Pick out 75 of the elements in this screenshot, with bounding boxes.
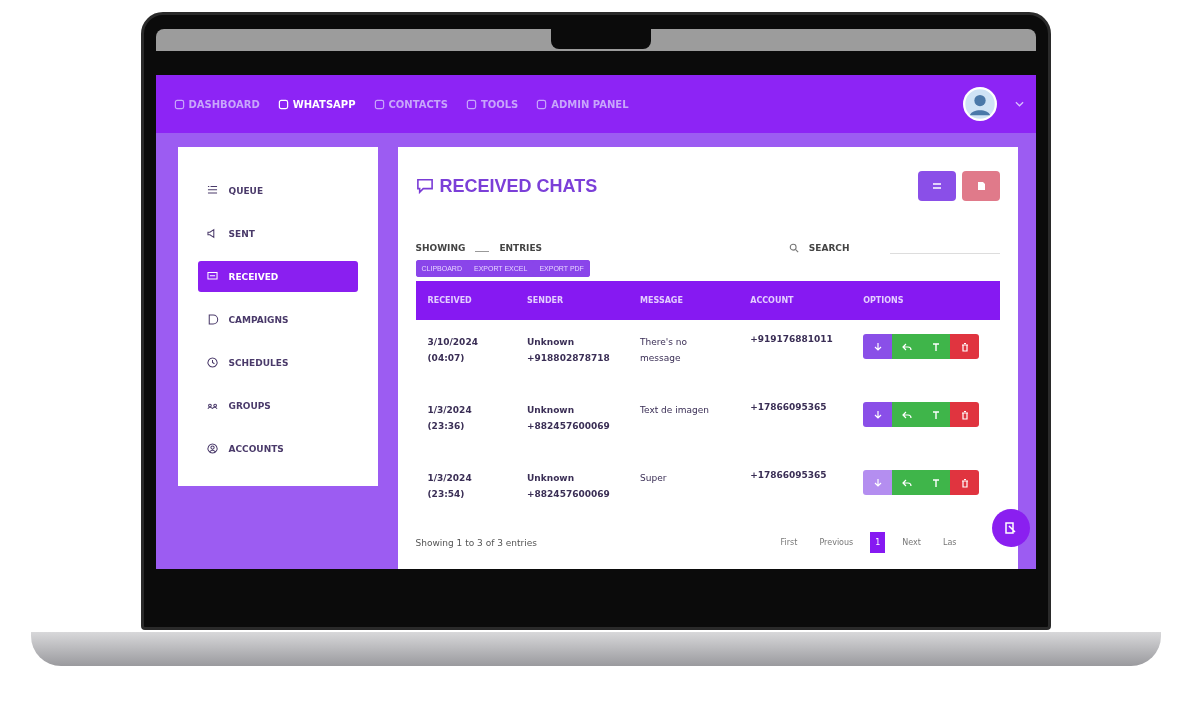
column-header[interactable]: OPTIONS [851, 281, 1000, 320]
table-cell-text: Super [640, 472, 668, 485]
search-icon [788, 242, 799, 253]
table-cell-text: 1/3/2024 (23:54) [427, 472, 473, 501]
refresh-button[interactable] [917, 171, 956, 201]
table-cell-text: 3/10/2024 (04:07) [427, 336, 479, 365]
table-cell: +17866095365 [750, 470, 827, 480]
delete-button[interactable] [950, 470, 980, 495]
caret-icon[interactable] [1014, 101, 1024, 107]
trash-icon [959, 477, 970, 488]
sender-name: Unknown [527, 404, 576, 417]
sidebar-item[interactable]: RECEIVED [197, 261, 358, 292]
pagination-button[interactable]: Las [937, 532, 962, 553]
sender-number: +882457600069 [527, 420, 611, 433]
sender-number: +882457600069 [527, 488, 611, 501]
download-button[interactable] [863, 402, 893, 427]
clock-icon [205, 356, 219, 369]
trash-icon [959, 409, 970, 420]
reply-icon [901, 341, 912, 352]
table-info: Showing 1 to 3 of 3 entries [415, 537, 537, 548]
nav-link[interactable]: DASHBOARD [173, 98, 260, 110]
length-label: ENTRIES [499, 242, 543, 253]
length-label: SHOWING [415, 242, 466, 253]
square-icon [277, 98, 289, 110]
sidebar-item[interactable]: QUEUE [197, 175, 358, 206]
square-icon [373, 98, 385, 110]
pagination-button[interactable]: 1 [870, 532, 886, 553]
download-button[interactable] [863, 334, 893, 359]
pagination-button[interactable]: Next [897, 532, 926, 553]
sidebar-item[interactable]: SCHEDULES [197, 347, 358, 378]
list-icon [205, 184, 219, 197]
copy-button[interactable] [921, 470, 951, 495]
trash-icon [959, 341, 970, 352]
inbox-icon [205, 270, 219, 283]
nav-link[interactable]: TOOLS [465, 98, 519, 110]
floating-action-button[interactable] [991, 509, 1030, 547]
avatar-icon[interactable] [962, 87, 997, 121]
table-cell: +17866095365 [750, 402, 827, 412]
download-icon [872, 341, 883, 352]
column-header[interactable]: ACCOUNT [738, 281, 852, 320]
table-cell-text: 1/3/2024 (23:36) [427, 404, 473, 433]
reply-icon [901, 477, 912, 488]
column-header[interactable]: SENDER [515, 281, 629, 320]
nav-link[interactable]: ADMIN PANEL [536, 98, 629, 110]
sidebar-item[interactable]: ACCOUNTS [197, 433, 358, 464]
nav-link[interactable]: WHATSAPP [277, 98, 356, 110]
pagination-button[interactable]: Previous [814, 532, 859, 553]
square-icon [536, 98, 548, 110]
copy-button[interactable] [921, 402, 951, 427]
reply-icon [901, 409, 912, 420]
table-cell: +919176881011 [750, 334, 833, 344]
pagination-button[interactable]: First [775, 532, 803, 553]
column-header[interactable]: RECEIVED [415, 281, 516, 320]
download-icon [872, 409, 883, 420]
clear-button[interactable] [961, 171, 1000, 201]
square-icon [465, 98, 477, 110]
sender-name: Unknown [527, 472, 576, 485]
column-header[interactable]: MESSAGE [628, 281, 739, 320]
copy-button[interactable] [921, 334, 951, 359]
chat-icon [415, 178, 434, 194]
nav-link[interactable]: CONTACTS [373, 98, 448, 110]
sender-number: +918802878718 [527, 352, 611, 365]
sidebar-item[interactable]: SENT [197, 218, 358, 249]
delete-button[interactable] [950, 402, 980, 427]
square-icon [173, 98, 185, 110]
search-label: SEARCH [808, 242, 850, 253]
download-icon [872, 477, 883, 488]
delete-button[interactable] [950, 334, 980, 359]
sidebar-item[interactable]: GROUPS [197, 390, 358, 421]
sender-name: Unknown [527, 336, 576, 349]
table-cell-text: There's no message [640, 336, 689, 365]
table-cell-text: Text de imagen [640, 404, 710, 417]
sidebar-item[interactable]: CAMPAIGNS [197, 304, 358, 335]
page-title: RECEIVED CHATS [439, 175, 598, 197]
lines-icon [930, 180, 943, 192]
